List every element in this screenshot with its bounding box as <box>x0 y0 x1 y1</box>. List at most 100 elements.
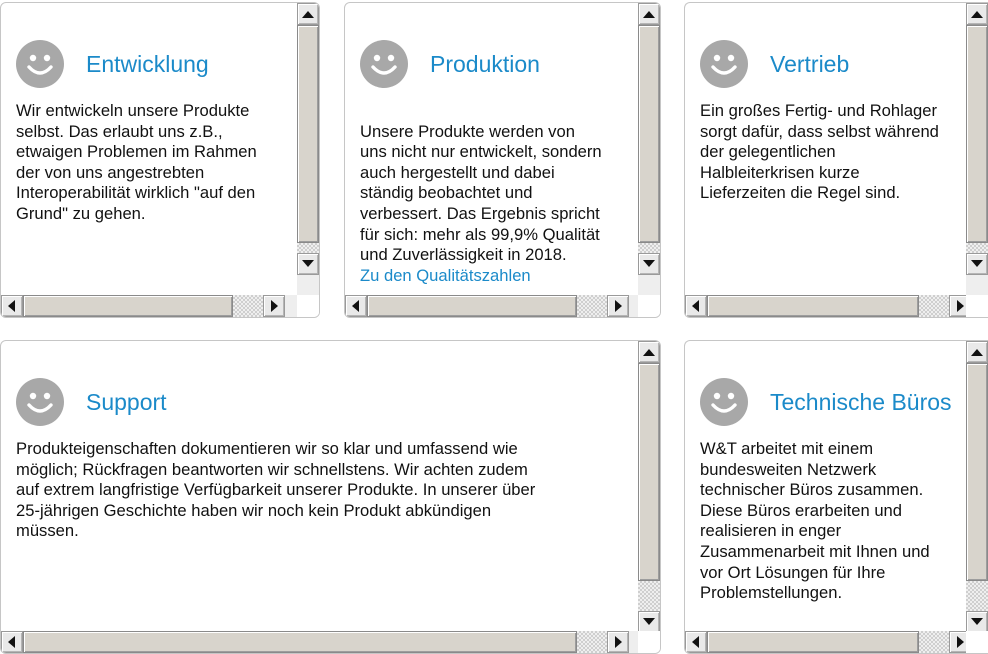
arrow-down-icon <box>971 618 983 625</box>
scroll-thumb[interactable] <box>638 363 660 581</box>
scrollbar-corner <box>966 295 988 317</box>
vertical-scrollbar[interactable] <box>638 341 660 633</box>
arrow-down-icon <box>643 618 655 625</box>
card-content: Vertrieb Ein großes Fertig- und Rohlager… <box>685 3 966 295</box>
scroll-down-button[interactable] <box>297 253 319 275</box>
scroll-thumb[interactable] <box>966 363 988 581</box>
scroll-thumb[interactable] <box>966 25 988 243</box>
scroll-left-button[interactable] <box>1 631 23 653</box>
card-text: Ein großes Fertig- und Rohlager sorgt da… <box>700 101 939 203</box>
smiley-icon <box>16 40 64 88</box>
scroll-down-button[interactable] <box>638 611 660 633</box>
scroll-up-button[interactable] <box>638 3 660 25</box>
card-vertrieb: Vertrieb Ein großes Fertig- und Rohlager… <box>684 2 988 318</box>
vertical-scrollbar[interactable] <box>966 3 988 295</box>
horizontal-scrollbar[interactable] <box>685 631 971 653</box>
vertical-scrollbar[interactable] <box>297 3 319 295</box>
horizontal-scrollbar[interactable] <box>345 295 638 317</box>
card-content: Entwicklung Wir entwickeln unsere Produk… <box>1 3 297 295</box>
card-produktion: Produktion Unsere Produkte werden von un… <box>344 2 661 318</box>
arrow-left-icon <box>692 300 699 312</box>
scroll-track[interactable] <box>638 581 660 611</box>
card-title: Vertrieb <box>770 50 850 77</box>
scroll-right-button[interactable] <box>607 631 629 653</box>
arrow-right-icon <box>957 300 964 312</box>
scroll-up-button[interactable] <box>966 341 988 363</box>
scroll-track[interactable] <box>919 295 949 317</box>
scroll-left-button[interactable] <box>345 295 367 317</box>
card-support: Support Produkteigenschaften dokumentier… <box>0 340 661 654</box>
scroll-down-button[interactable] <box>966 611 988 633</box>
horizontal-scrollbar[interactable] <box>1 295 297 317</box>
scroll-thumb[interactable] <box>638 25 660 243</box>
horizontal-scrollbar[interactable] <box>1 631 638 653</box>
card-header: Vertrieb <box>700 40 849 88</box>
arrow-right-icon <box>615 300 622 312</box>
scroll-track[interactable] <box>233 295 263 317</box>
scrollbar-corner <box>638 295 660 317</box>
smiley-icon <box>16 378 64 426</box>
scroll-track[interactable] <box>577 295 607 317</box>
scroll-track[interactable] <box>919 631 949 653</box>
card-text: Unsere Produkte werden von uns nicht nur… <box>360 101 638 295</box>
scroll-thumb[interactable] <box>367 295 577 317</box>
scrollbar-corner <box>638 631 660 653</box>
card-text: Wir entwickeln unsere Produkte selbst. D… <box>16 101 257 223</box>
card-entwicklung: Entwicklung Wir entwickeln unsere Produk… <box>0 2 320 318</box>
arrow-down-icon <box>643 260 655 267</box>
scroll-thumb[interactable] <box>707 631 919 653</box>
vertical-scrollbar[interactable] <box>966 341 988 633</box>
card-technische-bueros: Technische Büros W&T arbeitet mit einem … <box>684 340 988 654</box>
quality-link[interactable]: Zu den Qualitätszahlen <box>360 266 638 287</box>
arrow-left-icon <box>8 636 15 648</box>
card-header: Technische Büros <box>700 378 952 426</box>
scroll-thumb[interactable] <box>23 295 233 317</box>
card-header: Support <box>16 378 167 426</box>
scroll-down-button[interactable] <box>966 253 988 275</box>
card-header: Entwicklung <box>16 40 209 88</box>
arrow-left-icon <box>352 300 359 312</box>
arrow-up-icon <box>643 11 655 18</box>
smiley-icon <box>360 40 408 88</box>
scrollbar-corner <box>966 631 988 653</box>
scroll-up-button[interactable] <box>297 3 319 25</box>
scroll-left-button[interactable] <box>685 295 707 317</box>
arrow-right-icon <box>271 300 278 312</box>
arrow-up-icon <box>302 11 314 18</box>
arrow-left-icon <box>8 300 15 312</box>
arrow-up-icon <box>643 349 655 356</box>
card-title: Produktion <box>430 50 540 77</box>
scroll-up-button[interactable] <box>966 3 988 25</box>
scroll-thumb[interactable] <box>707 295 919 317</box>
arrow-down-icon <box>302 260 314 267</box>
scroll-track[interactable] <box>297 243 319 253</box>
arrow-right-icon <box>957 636 964 648</box>
card-title: Technische Büros <box>770 388 952 415</box>
scroll-track[interactable] <box>966 581 988 611</box>
card-content: Support Produkteigenschaften dokumentier… <box>1 341 638 631</box>
scroll-left-button[interactable] <box>1 295 23 317</box>
scroll-track[interactable] <box>966 243 988 253</box>
card-content: Technische Büros W&T arbeitet mit einem … <box>685 341 966 631</box>
scroll-left-button[interactable] <box>685 631 707 653</box>
arrow-up-icon <box>971 11 983 18</box>
scroll-track[interactable] <box>638 243 660 253</box>
card-text: Produkteigenschaften dokumentieren wir s… <box>16 439 536 541</box>
scroll-thumb[interactable] <box>23 631 577 653</box>
scroll-thumb[interactable] <box>297 25 319 243</box>
scrollbar-corner <box>297 295 319 317</box>
scroll-up-button[interactable] <box>638 341 660 363</box>
smiley-icon <box>700 378 748 426</box>
vertical-scrollbar[interactable] <box>638 3 660 295</box>
arrow-right-icon <box>615 636 622 648</box>
scroll-right-button[interactable] <box>607 295 629 317</box>
scroll-track[interactable] <box>577 631 607 653</box>
scroll-down-button[interactable] <box>638 253 660 275</box>
card-content: Produktion Unsere Produkte werden von un… <box>345 3 638 295</box>
card-text: W&T arbeitet mit einem bundesweiten Netz… <box>700 439 930 603</box>
scroll-right-button[interactable] <box>263 295 285 317</box>
arrow-left-icon <box>692 636 699 648</box>
card-title: Support <box>86 388 167 415</box>
horizontal-scrollbar[interactable] <box>685 295 971 317</box>
arrow-up-icon <box>971 349 983 356</box>
